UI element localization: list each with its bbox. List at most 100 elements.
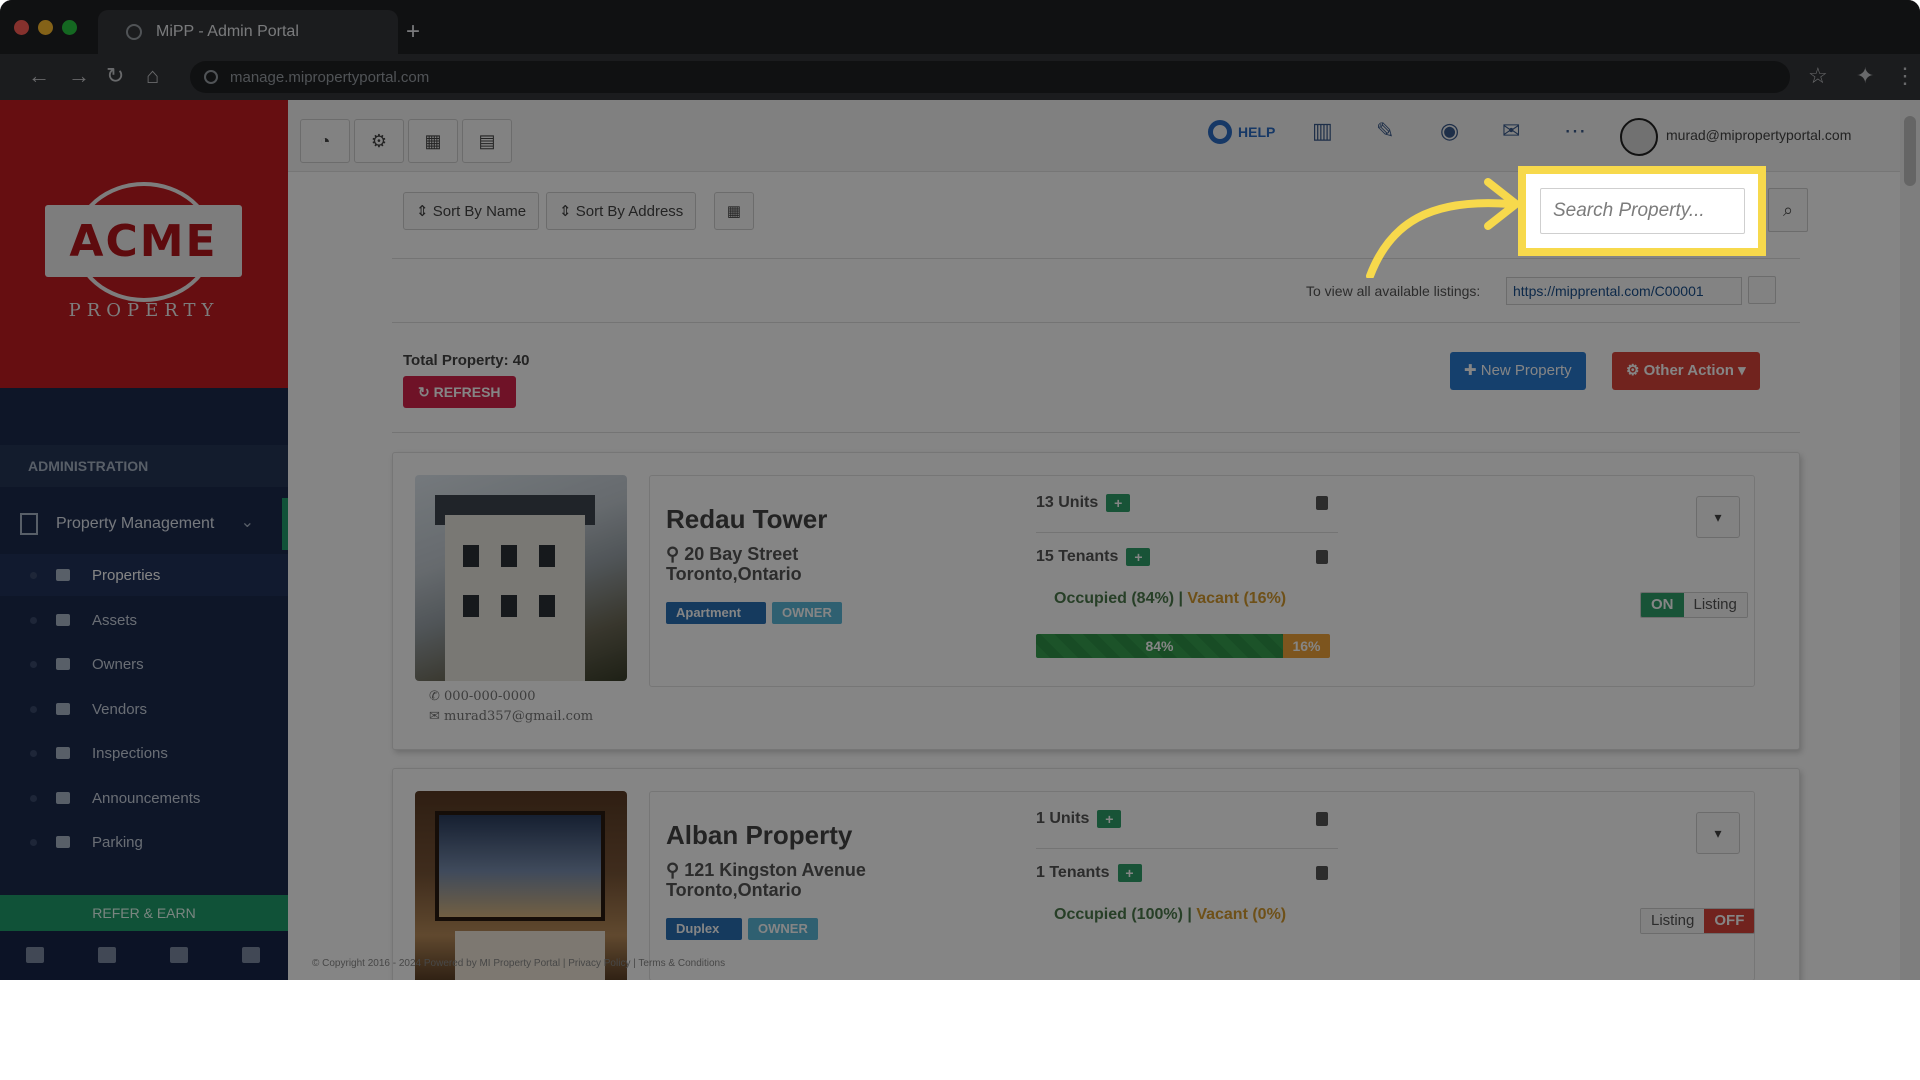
property-photo[interactable] xyxy=(415,475,627,681)
listing-toggle[interactable]: ON Listing xyxy=(1640,592,1748,618)
search-icon: ⌕ xyxy=(1782,199,1794,220)
photo-window xyxy=(501,545,517,567)
bullet-icon xyxy=(30,705,37,713)
page-scrollbar[interactable] xyxy=(1900,100,1920,980)
grid-view-button[interactable]: ▦ xyxy=(714,192,754,230)
help-label: HELP xyxy=(1238,124,1276,140)
calculator-icon: ▤ xyxy=(478,130,496,151)
address-bar[interactable]: manage.mipropertyportal.com xyxy=(190,61,1790,93)
browser-menu-icon[interactable]: ⋮ xyxy=(1894,64,1916,88)
extensions-icon[interactable]: ✦ xyxy=(1856,64,1874,88)
footer-copyright: © Copyright 2016 - 2024 Powered by MI Pr… xyxy=(312,958,726,969)
dashboard-button[interactable]: ◔ xyxy=(300,119,350,163)
refresh-button[interactable]: ↻ REFRESH xyxy=(403,376,516,408)
wrench-icon[interactable]: ✎ xyxy=(1376,118,1394,144)
settings-button[interactable]: ⚙ xyxy=(354,119,404,163)
url-text: manage.mipropertyportal.com xyxy=(230,68,430,86)
sidebar-footer xyxy=(0,931,288,980)
add-unit-button[interactable]: + xyxy=(1106,494,1131,512)
photo-window xyxy=(463,545,479,567)
calendar-icon: ▦ xyxy=(424,130,442,151)
sidebar-item-label: Parking xyxy=(92,833,143,851)
property-address: ⚲ 20 Bay Street Toronto,Ontario xyxy=(666,544,802,584)
property-name[interactable]: Alban Property xyxy=(666,820,852,851)
sidebar-item-vendors[interactable]: Vendors xyxy=(0,688,288,730)
sidebar-item-owners[interactable]: Owners xyxy=(0,643,288,685)
add-tenant-button[interactable]: + xyxy=(1117,864,1142,882)
forward-icon[interactable]: → xyxy=(68,64,90,88)
bar-chart-icon[interactable]: ▥ xyxy=(1312,118,1333,144)
help-button[interactable]: HELP xyxy=(1208,120,1275,144)
other-action-button[interactable]: ⚙ Other Action ▾ xyxy=(1612,352,1760,390)
minimize-window-icon[interactable] xyxy=(38,20,53,35)
listing-url-field[interactable]: https://mipprental.com/C00001 xyxy=(1506,277,1742,305)
owner-tag: OWNER xyxy=(748,918,818,940)
sort-by-name-button[interactable]: ⇕ Sort By Name xyxy=(403,192,540,230)
calculator-icon[interactable] xyxy=(242,947,260,963)
back-icon[interactable]: ← xyxy=(28,64,50,88)
property-card: Alban Property ⚲ 121 Kingston Avenue Tor… xyxy=(392,768,1800,980)
divider xyxy=(392,258,1800,259)
sidebar-item-inspections[interactable]: Inspections xyxy=(0,732,288,774)
close-window-icon[interactable] xyxy=(14,20,29,35)
new-property-button[interactable]: ✚ New Property xyxy=(1450,352,1586,390)
divider xyxy=(392,322,1800,323)
refer-earn-button[interactable]: REFER & EARN xyxy=(0,895,288,931)
search-button[interactable]: ⌕ xyxy=(1768,188,1808,232)
user-email[interactable]: murad@mipropertyportal.com xyxy=(1666,127,1851,143)
calculator-button[interactable]: ▤ xyxy=(462,119,512,163)
bookmark-star-icon[interactable]: ☆ xyxy=(1808,64,1828,88)
box-icon xyxy=(56,614,70,626)
avatar[interactable] xyxy=(1620,118,1658,156)
sidebar-item-label: Properties xyxy=(92,566,161,584)
property-details: Redau Tower ⚲ 20 Bay Street Toronto,Onta… xyxy=(649,475,1755,687)
property-menu-button[interactable]: ▾ xyxy=(1696,812,1740,854)
add-tenant-button[interactable]: + xyxy=(1126,548,1151,566)
sidebar-item-announcements[interactable]: Announcements xyxy=(0,777,288,819)
caret-down-icon: ▾ xyxy=(1714,824,1722,841)
add-unit-button[interactable]: + xyxy=(1097,810,1122,828)
sidebar: ACME PROPERTY ADMINISTRATION Property Ma… xyxy=(0,100,288,980)
tenants-text: 15 Tenants xyxy=(1036,548,1119,565)
home-icon[interactable]: ⌂ xyxy=(146,64,159,88)
copy-url-button[interactable] xyxy=(1748,276,1776,304)
sidebar-group-property-management[interactable]: Property Management ⌄ xyxy=(0,498,288,550)
browser-tab[interactable]: MiPP - Admin Portal xyxy=(98,10,398,54)
photo-window xyxy=(463,595,479,617)
building-icon xyxy=(20,513,38,535)
new-property-label: New Property xyxy=(1480,362,1572,379)
envelope-icon[interactable]: ✉ xyxy=(1502,118,1520,144)
maximize-window-icon[interactable] xyxy=(62,20,77,35)
bullet-icon xyxy=(30,571,37,579)
property-card: ✆ 000-000-0000 ✉ murad357@gmail.com Reda… xyxy=(392,452,1800,750)
tab-bar: MiPP - Admin Portal + xyxy=(0,0,1920,54)
occupied-label: Occupied (100%) xyxy=(1054,906,1183,923)
listing-toggle[interactable]: Listing OFF xyxy=(1640,908,1756,934)
scrollbar-thumb[interactable] xyxy=(1904,116,1916,186)
table-icon: ▦ xyxy=(726,203,742,220)
sort-by-address-button[interactable]: ⇕ Sort By Address xyxy=(546,192,697,230)
bullet-icon xyxy=(30,660,37,668)
mail-icon[interactable] xyxy=(26,947,44,963)
sidebar-item-parking[interactable]: Parking xyxy=(0,821,288,863)
occupancy-text: Occupied (100%) | Vacant (0%) xyxy=(1054,906,1287,923)
sidebar-item-properties[interactable]: Properties xyxy=(0,554,288,596)
site-info-icon[interactable] xyxy=(204,70,218,84)
search-input[interactable]: Search Property... xyxy=(1540,188,1745,234)
eye-icon[interactable]: ◉ xyxy=(1440,118,1459,144)
user-icon[interactable] xyxy=(170,947,188,963)
briefcase-icon[interactable] xyxy=(98,947,116,963)
bullet-icon xyxy=(30,616,37,624)
users-icon xyxy=(1316,866,1328,880)
calendar-button[interactable]: ▦ xyxy=(408,119,458,163)
type-tag: Duplex xyxy=(666,918,742,940)
sidebar-item-assets[interactable]: Assets xyxy=(0,599,288,641)
briefcase-icon xyxy=(56,703,70,715)
property-name[interactable]: Redau Tower xyxy=(666,504,827,535)
reload-icon[interactable]: ↻ xyxy=(106,64,124,88)
property-menu-button[interactable]: ▾ xyxy=(1696,496,1740,538)
new-tab-icon[interactable]: + xyxy=(406,18,420,46)
more-icon[interactable]: ⋯ xyxy=(1564,118,1586,144)
photo-window xyxy=(539,545,555,567)
property-photo[interactable] xyxy=(415,791,627,980)
